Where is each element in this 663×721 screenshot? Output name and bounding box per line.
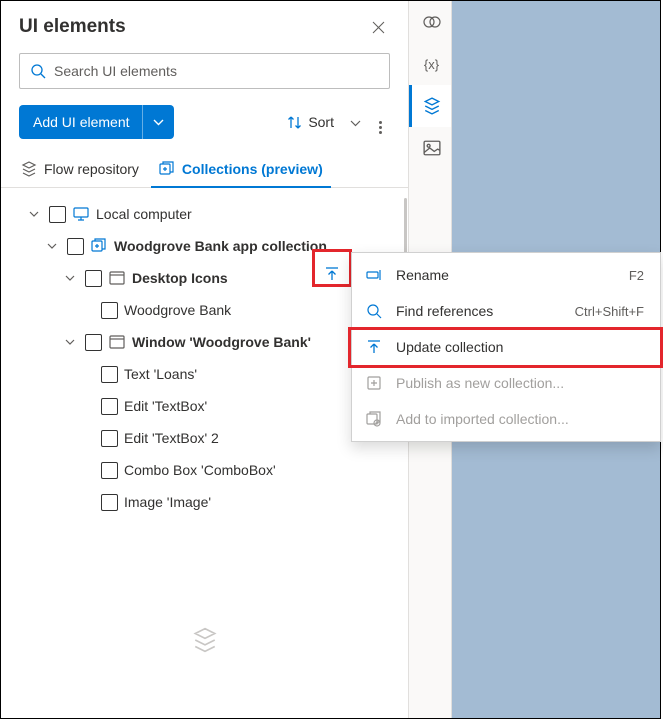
tree-node-local-computer[interactable]: Local computer	[1, 198, 408, 230]
chevron-down-icon	[350, 120, 361, 127]
panel-title: UI elements	[19, 16, 126, 38]
tree-item[interactable]: Text 'Loans'	[1, 358, 408, 390]
menu-label: Add to imported collection...	[396, 411, 644, 427]
checkbox[interactable]	[101, 494, 118, 511]
more-options-button[interactable]	[371, 107, 390, 138]
chevron-down-icon	[65, 339, 75, 345]
highlight-box	[312, 249, 352, 287]
checkbox[interactable]	[101, 302, 118, 319]
more-icon	[379, 121, 382, 134]
rail-images[interactable]	[409, 127, 451, 169]
rail-variables[interactable]: {x}	[409, 43, 451, 85]
context-menu: Rename F2 Find references Ctrl+Shift+F U…	[351, 252, 661, 442]
checkbox[interactable]	[101, 430, 118, 447]
menu-shortcut: F2	[629, 268, 644, 283]
chevron-down-icon	[65, 275, 75, 281]
tree-label: Combo Box 'ComboBox'	[124, 462, 408, 478]
copilot-icon	[423, 13, 441, 31]
search-icon	[30, 63, 46, 79]
tree-item[interactable]: Combo Box 'ComboBox'	[1, 454, 408, 486]
tree-item[interactable]: Edit 'TextBox'	[1, 390, 408, 422]
tree-node-group[interactable]: Window 'Woodgrove Bank'	[1, 326, 408, 358]
search-box[interactable]	[19, 53, 390, 89]
tree-label: Local computer	[96, 206, 408, 222]
collections-icon	[159, 161, 175, 177]
rename-icon	[366, 267, 382, 283]
sort-icon	[287, 115, 302, 130]
menu-label: Rename	[396, 267, 617, 283]
variables-icon: {x}	[424, 57, 439, 72]
tab-label: Flow repository	[44, 161, 139, 177]
rail-ui-elements[interactable]	[409, 85, 451, 127]
menu-item-find-references[interactable]: Find references Ctrl+Shift+F	[352, 293, 660, 329]
flow-icon	[21, 161, 37, 177]
close-button[interactable]	[366, 15, 390, 39]
tab-flow-repository[interactable]: Flow repository	[13, 151, 147, 187]
checkbox[interactable]	[101, 366, 118, 383]
sort-button[interactable]: Sort	[281, 110, 367, 134]
close-icon	[372, 21, 385, 34]
checkbox[interactable]	[101, 462, 118, 479]
scrollbar[interactable]	[404, 198, 407, 254]
window-icon	[109, 270, 125, 286]
menu-label: Publish as new collection...	[396, 375, 644, 391]
search-icon	[366, 303, 382, 319]
sort-label: Sort	[308, 114, 334, 130]
tree-view: Local computer Woodgrove Bank app collec…	[1, 188, 408, 518]
window-icon	[109, 334, 125, 350]
tree-label: Image 'Image'	[124, 494, 408, 510]
tree-item[interactable]: Edit 'TextBox' 2	[1, 422, 408, 454]
tab-collections[interactable]: Collections (preview)	[151, 151, 331, 187]
menu-item-rename[interactable]: Rename F2	[352, 257, 660, 293]
rail-copilot[interactable]	[409, 1, 451, 43]
tab-label: Collections (preview)	[182, 161, 323, 177]
menu-shortcut: Ctrl+Shift+F	[575, 304, 644, 319]
collection-icon	[91, 238, 107, 254]
publish-icon	[366, 375, 382, 391]
menu-item-update-collection[interactable]: Update collection	[352, 329, 660, 365]
chevron-down-icon	[29, 211, 39, 217]
menu-item-publish: Publish as new collection...	[352, 365, 660, 401]
image-icon	[423, 139, 441, 157]
checkbox[interactable]	[67, 238, 84, 255]
tree-item[interactable]: Image 'Image'	[1, 486, 408, 518]
chevron-down-icon	[47, 243, 57, 249]
checkbox[interactable]	[101, 398, 118, 415]
add-ui-element-button[interactable]: Add UI element	[19, 105, 174, 139]
menu-label: Find references	[396, 303, 563, 319]
checkbox[interactable]	[85, 334, 102, 351]
monitor-icon	[73, 206, 89, 222]
add-ui-element-label: Add UI element	[19, 114, 142, 130]
chevron-down-icon	[153, 119, 164, 126]
add-ui-element-dropdown[interactable]	[142, 105, 174, 139]
upload-icon	[366, 339, 382, 355]
menu-label: Update collection	[396, 339, 644, 355]
layers-icon	[423, 97, 441, 115]
tree-item[interactable]: Woodgrove Bank	[1, 294, 408, 326]
import-icon	[366, 411, 382, 427]
checkbox[interactable]	[85, 270, 102, 287]
checkbox[interactable]	[49, 206, 66, 223]
menu-item-add-to-imported: Add to imported collection...	[352, 401, 660, 437]
stack-icon	[192, 627, 218, 656]
search-input[interactable]	[54, 63, 379, 79]
